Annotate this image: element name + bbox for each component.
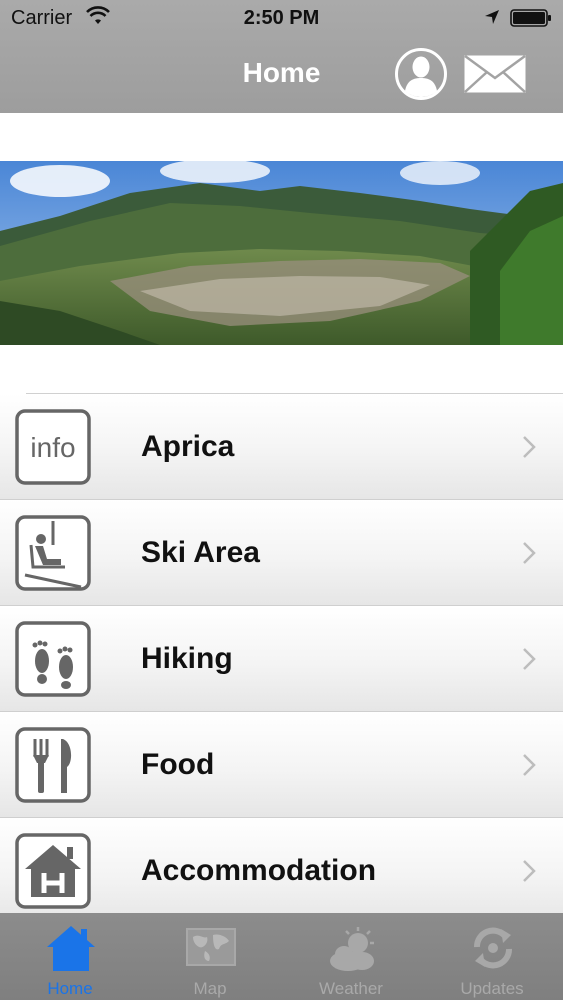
tab-bar: Home Map Weather Updates: [0, 913, 563, 1000]
tab-label: Weather: [319, 979, 383, 998]
banner-image: [0, 161, 563, 345]
tab-label: Map: [193, 979, 227, 998]
menu-list: info Aprica Ski Area Hiking Food Accommo…: [0, 394, 563, 924]
status-bar: Carrier 2:50 PM: [0, 0, 563, 36]
menu-item-hiking[interactable]: Hiking: [0, 606, 563, 712]
fork-knife-icon: [15, 727, 91, 803]
tab-map[interactable]: Map: [140, 913, 280, 1000]
tab-label: Home: [47, 979, 93, 998]
top-bar: Carrier 2:50 PM Home: [0, 0, 563, 113]
chevron-right-icon: [523, 648, 536, 670]
info-icon: info: [15, 409, 91, 485]
chevron-right-icon: [523, 754, 536, 776]
updates-icon: [473, 927, 513, 969]
chevron-right-icon: [523, 860, 536, 882]
menu-item-label: Aprica: [141, 430, 235, 463]
tab-label: Updates: [460, 979, 524, 998]
svg-text:info: info: [30, 432, 75, 463]
chevron-right-icon: [523, 542, 536, 564]
menu-item-accommodation[interactable]: Accommodation: [0, 818, 563, 924]
menu-item-food[interactable]: Food: [0, 712, 563, 818]
battery-icon: [510, 9, 551, 27]
tab-home[interactable]: Home: [0, 913, 140, 1000]
mail-icon[interactable]: [463, 54, 527, 94]
user-profile-icon[interactable]: [394, 47, 448, 101]
menu-item-ski-area[interactable]: Ski Area: [0, 500, 563, 606]
menu-item-label: Accommodation: [141, 854, 377, 887]
location-arrow-icon: [485, 10, 499, 24]
menu-item-aprica[interactable]: info Aprica: [0, 394, 563, 500]
chevron-right-icon: [523, 436, 536, 458]
status-time: 2:50 PM: [243, 7, 320, 29]
menu-item-label: Hiking: [141, 642, 233, 675]
tab-weather[interactable]: Weather: [281, 913, 421, 1000]
hotel-house-icon: [15, 833, 91, 909]
home-icon: [47, 926, 95, 971]
menu-item-label: Ski Area: [141, 536, 260, 569]
ski-lift-icon: [15, 515, 91, 591]
footprints-icon: [15, 621, 91, 697]
menu-item-label: Food: [141, 748, 215, 781]
weather-icon: [330, 927, 374, 971]
map-icon: [186, 928, 236, 966]
tab-updates[interactable]: Updates: [422, 913, 562, 1000]
